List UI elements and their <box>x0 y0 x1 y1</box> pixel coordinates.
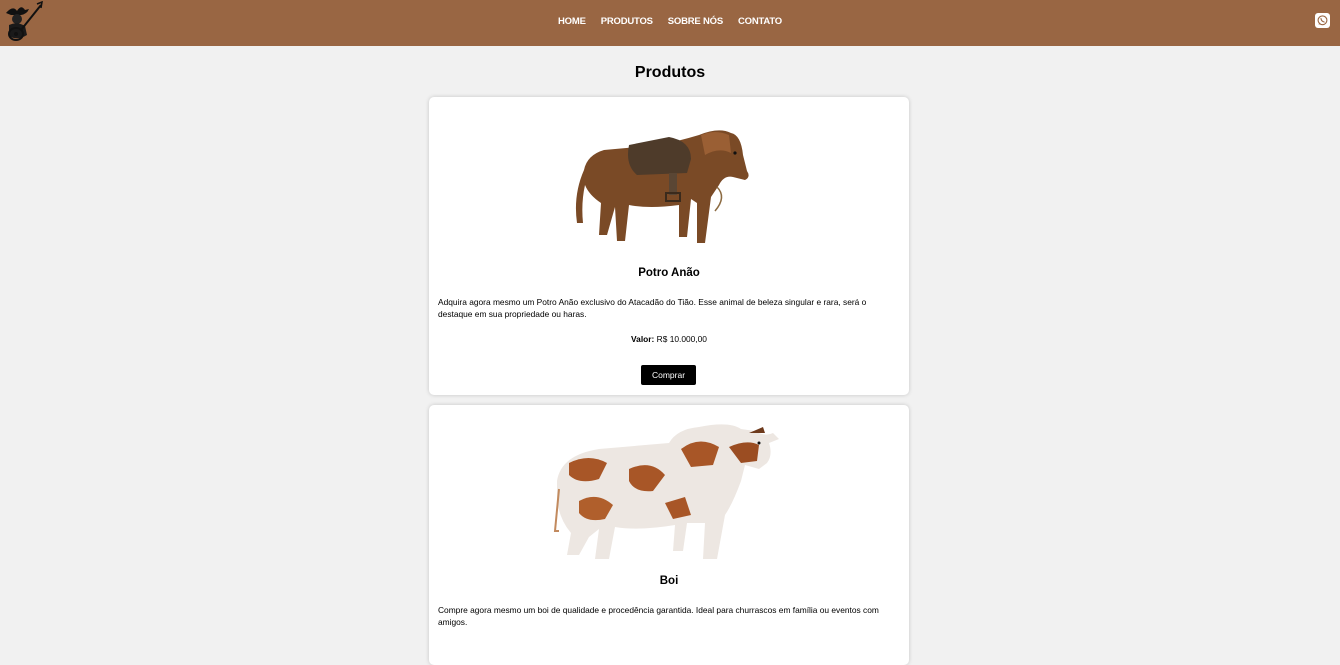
buy-button[interactable]: Comprar <box>641 365 696 385</box>
whatsapp-icon[interactable] <box>1315 13 1330 28</box>
product-card: Boi Compre agora mesmo um boi de qualida… <box>429 405 909 665</box>
pony-icon <box>429 125 909 247</box>
product-description: Adquira agora mesmo um Potro Anão exclus… <box>438 297 867 319</box>
nav-home[interactable]: HOME <box>558 16 586 27</box>
bull-icon <box>429 419 909 567</box>
nav-contato[interactable]: CONTATO <box>738 16 782 27</box>
main-nav: HOME PRODUTOS SOBRE NÓS CONTATO <box>0 0 1340 42</box>
product-description: Compre agora mesmo um boi de qualidade e… <box>438 605 879 627</box>
product-card: Potro Anão Adquira agora mesmo um Potro … <box>429 97 909 395</box>
top-navbar: HOME PRODUTOS SOBRE NÓS CONTATO <box>0 0 1340 46</box>
nav-produtos[interactable]: PRODUTOS <box>601 16 653 27</box>
page-title: Produtos <box>634 64 706 81</box>
price-label: Valor: <box>631 334 655 344</box>
product-price: Valor: R$ 10.000,00 <box>429 334 909 344</box>
product-name: Potro Anão <box>638 267 700 279</box>
price-value: R$ 10.000,00 <box>656 334 707 344</box>
nav-sobre-nos[interactable]: SOBRE NÓS <box>668 16 723 27</box>
product-name: Boi <box>659 575 679 587</box>
